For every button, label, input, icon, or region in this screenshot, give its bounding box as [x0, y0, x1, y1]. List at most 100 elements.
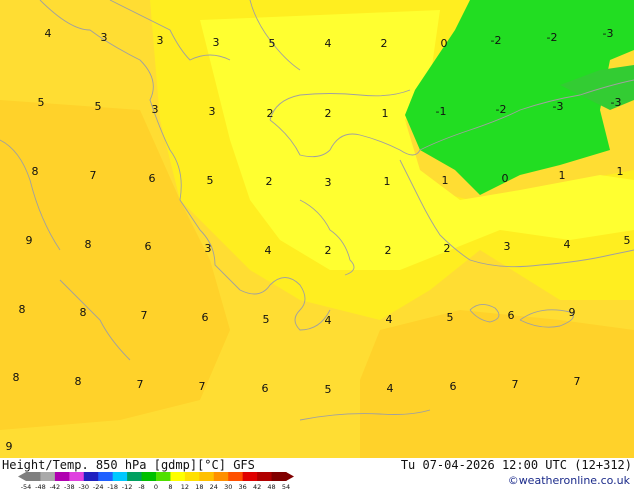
- legend-tick-label: 18: [195, 483, 203, 490]
- credit-link[interactable]: ©weatheronline.co.uk: [508, 474, 630, 487]
- temperature-label: 5: [624, 234, 631, 247]
- legend-swatch: [170, 472, 186, 481]
- temperature-label: -1: [436, 105, 447, 118]
- temperature-map: 4 3 3 3 5 4 2 0 -2 -2 -3 5 5 3 3 2 2 1 -1 -2 -3 -3 8 7 6 5 2 3 1 1 0 1 1…: [0, 0, 634, 458]
- map-title: Height/Temp. 850 hPa [gdmp][°C] GFS: [2, 458, 255, 472]
- temperature-label: 8: [80, 306, 87, 319]
- temperature-label: 5: [95, 100, 102, 113]
- temperature-label: 6: [149, 172, 156, 185]
- temperature-label: 7: [199, 380, 206, 393]
- temperature-label: 5: [325, 383, 332, 396]
- temperature-label: 1: [382, 107, 389, 120]
- temperature-label: 7: [90, 169, 97, 182]
- legend-tick-label: -48: [35, 483, 46, 490]
- temperature-label: 7: [512, 378, 519, 391]
- map-area: 4 3 3 3 5 4 2 0 -2 -2 -3 5 5 3 3 2 2 1 -1 -2 -3 -3 8 7 6 5 2 3 1 1 0 1 1…: [0, 0, 634, 458]
- temperature-label: 3: [101, 31, 108, 44]
- temperature-label: 4: [564, 238, 571, 251]
- temperature-label: 2: [266, 175, 273, 188]
- legend-tick-label: 12: [181, 483, 189, 490]
- valid-time: Tu 07-04-2026 12:00 UTC (12+312): [400, 458, 632, 472]
- temperature-label: 6: [262, 382, 269, 395]
- temperature-label: 9: [569, 306, 576, 319]
- temperature-label: -2: [547, 31, 558, 44]
- temperature-label: 0: [502, 172, 509, 185]
- temperature-label: 5: [269, 37, 276, 50]
- legend-tick-label: -38: [64, 483, 75, 490]
- legend-tick-label: -12: [122, 483, 133, 490]
- legend-tick-label: 24: [210, 483, 218, 490]
- temperature-label: 2: [444, 242, 451, 255]
- legend-tick-label: -42: [50, 483, 61, 490]
- temperature-label: 1: [384, 175, 391, 188]
- legend-swatch: [141, 472, 157, 481]
- temperature-label: 8: [32, 165, 39, 178]
- legend-tick-label: 8: [168, 483, 172, 490]
- legend-swatch: [156, 472, 171, 481]
- temperature-label: 3: [504, 240, 511, 253]
- temperature-label: 8: [75, 375, 82, 388]
- temperature-label: 2: [325, 244, 332, 257]
- temperature-label: 6: [450, 380, 457, 393]
- legend-swatch: [54, 472, 70, 481]
- legend-tick-label: -18: [107, 483, 118, 490]
- legend-bar: -54 -48 -42 -38 -30 -24 -18 -12 -8 0 8 12 18 24 30 36 42…: [18, 472, 294, 491]
- temperature-label: 4: [265, 244, 272, 257]
- legend-swatch: [242, 472, 258, 481]
- temperature-label: 3: [157, 34, 164, 47]
- legend-tick-label: -8: [138, 483, 144, 490]
- temperature-label: -2: [491, 34, 502, 47]
- legend-tick-label: 48: [267, 483, 275, 490]
- legend-arrow-left: [18, 472, 26, 481]
- legend-swatch: [83, 472, 99, 481]
- temperature-label: 5: [263, 313, 270, 326]
- legend-swatch: [199, 472, 215, 481]
- legend-swatch: [127, 472, 143, 481]
- temperature-label: 1: [559, 169, 566, 182]
- temperature-label: 2: [267, 107, 274, 120]
- temperature-label: 4: [325, 37, 332, 50]
- temperature-label: 0: [441, 37, 448, 50]
- temperature-label: 4: [387, 382, 394, 395]
- legend-swatch: [213, 472, 229, 481]
- color-legend: -54 -48 -42 -38 -30 -24 -18 -12 -8 0 8 12 18 24 30 36 42…: [18, 472, 294, 491]
- temperature-label: 8: [85, 238, 92, 251]
- footer: Height/Temp. 850 hPa [gdmp][°C] GFS Tu 0…: [0, 458, 634, 491]
- legend-swatch: [40, 472, 56, 481]
- temperature-label: 4: [386, 313, 393, 326]
- temperature-label: 5: [207, 174, 214, 187]
- temperature-label: -3: [603, 27, 614, 40]
- temperature-label: 6: [145, 240, 152, 253]
- temperature-label: 3: [209, 105, 216, 118]
- temperature-label: 5: [447, 311, 454, 324]
- field-southeast: [360, 310, 634, 458]
- temperature-label: -3: [611, 96, 622, 109]
- temperature-label: 9: [6, 440, 13, 453]
- temperature-label: 3: [205, 242, 212, 255]
- legend-swatch: [69, 472, 85, 481]
- temperature-label: 6: [508, 309, 515, 322]
- legend-swatch: [98, 472, 114, 481]
- temperature-label: 8: [13, 371, 20, 384]
- temperature-label: 5: [38, 96, 45, 109]
- legend-swatch: [228, 472, 244, 481]
- legend-tick-label: -54: [21, 483, 32, 490]
- legend-swatch: [184, 472, 200, 481]
- temperature-label: 3: [325, 176, 332, 189]
- temperature-label: 3: [152, 103, 159, 116]
- temperature-label: -2: [496, 103, 507, 116]
- legend-tick-label: 36: [239, 483, 247, 490]
- legend-tick-label: 30: [224, 483, 232, 490]
- legend-tick-label: 42: [253, 483, 261, 490]
- temperature-label: 3: [213, 36, 220, 49]
- legend-tick-label: -30: [78, 483, 89, 490]
- temperature-label: 6: [202, 311, 209, 324]
- temperature-label: 4: [45, 27, 52, 40]
- temperature-label: 2: [385, 244, 392, 257]
- legend-arrow-right: [286, 472, 294, 481]
- temperature-label: -3: [553, 100, 564, 113]
- legend-tick-label: 54: [282, 483, 290, 490]
- legend-swatch: [26, 472, 41, 481]
- temperature-label: 7: [141, 309, 148, 322]
- legend-swatch: [271, 472, 287, 481]
